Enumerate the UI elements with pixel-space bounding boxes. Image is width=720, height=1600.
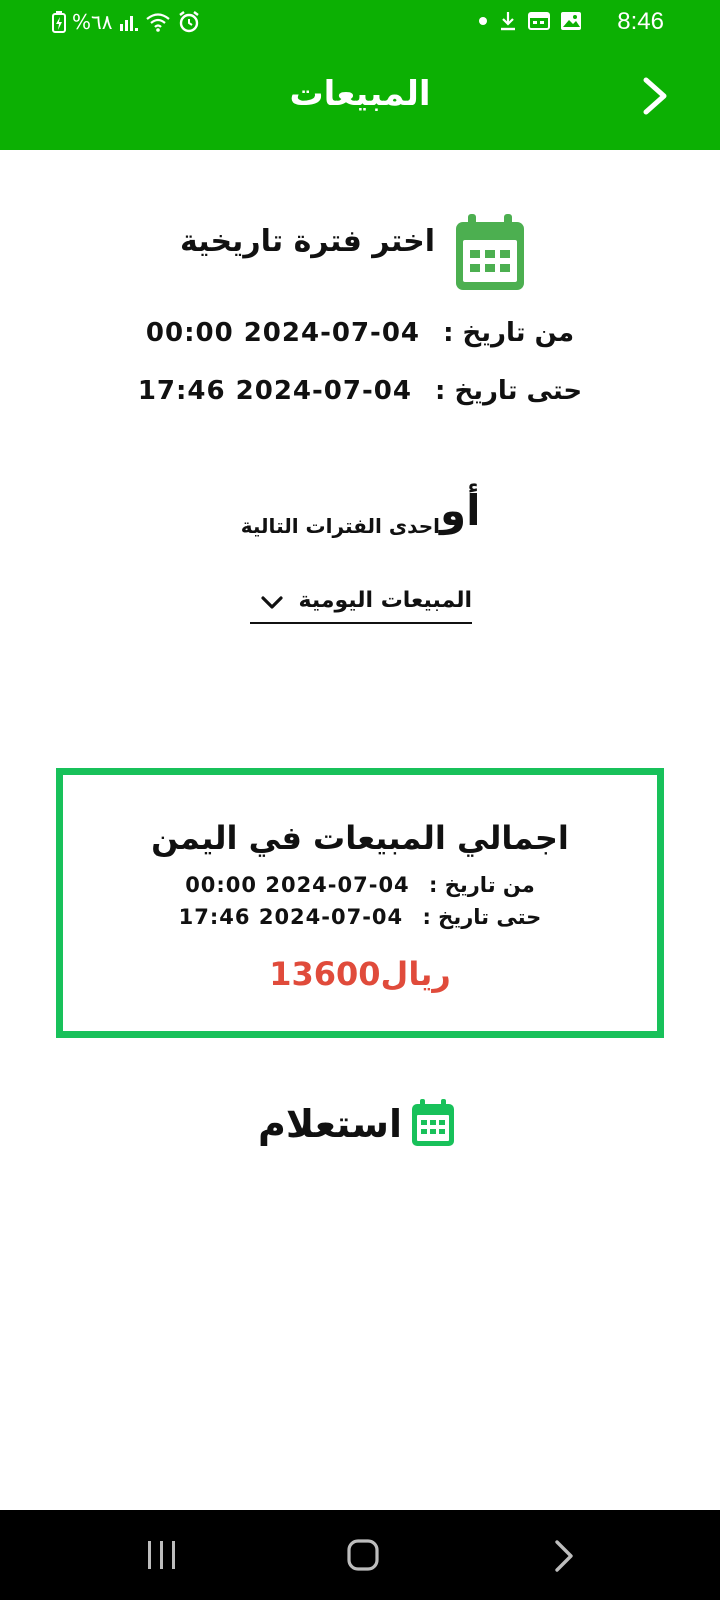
card-to-label: حتى تاريخ : [422,905,542,929]
or-heading: أو [440,486,481,535]
calendar-icon [412,1099,454,1146]
system-nav-bar [0,1510,720,1600]
sales-total-title: اجمالي المبيعات في اليمن [151,819,569,857]
card-from-row: من تاريخ : 00:00 2024-07-04 [63,873,657,897]
chevron-down-icon [261,596,283,609]
card-from-value: 00:00 2024-07-04 [185,873,410,897]
or-subtext: احدى الفترات التالية [240,514,440,538]
status-bar: %٦٨ 8:46 [0,0,720,46]
card-to-row: حتى تاريخ : 17:46 2024-07-04 [63,905,657,929]
from-date-row[interactable]: من تاريخ : 00:00 2024-07-04 [0,318,720,348]
wifi-icon [145,13,170,32]
card-to-value: 17:46 2024-07-04 [178,905,404,929]
query-button-label: استعلام [258,1102,403,1146]
page-title: المبيعات [289,74,431,114]
to-date-value[interactable]: 17:46 2024-07-04 [138,376,412,406]
chevron-right-icon[interactable] [634,74,674,118]
home-icon[interactable] [346,1538,380,1572]
battery-charging-icon [52,11,66,33]
from-date-value[interactable]: 00:00 2024-07-04 [146,318,420,348]
sales-total-amount: 13600ريال [269,955,451,993]
download-icon [501,12,515,31]
query-button[interactable]: استعلام [0,1090,720,1170]
card-from-label: من تاريخ : [428,873,535,897]
alarm-icon [178,11,199,33]
back-nav-icon[interactable] [552,1538,576,1574]
calendar-notification-icon [528,12,550,30]
to-date-row[interactable]: حتى تاريخ : 17:46 2024-07-04 [0,376,720,406]
dot-icon [479,17,487,25]
period-dropdown[interactable]: المبيعات اليومية [250,582,472,624]
to-date-label: حتى تاريخ : [435,376,583,406]
calendar-icon[interactable] [452,212,528,294]
period-dropdown-value: المبيعات اليومية [298,588,472,613]
status-left: %٦٨ [52,10,201,34]
status-time: 8:46 [617,8,664,35]
signal-icon [119,16,138,31]
recents-icon[interactable] [146,1540,178,1570]
image-icon [561,12,581,30]
date-picker-title[interactable]: اختر فترة تاريخية [180,224,435,259]
app-bar: المبيعات [0,46,720,150]
status-right-icons [478,10,582,32]
from-date-label: من تاريخ : [443,318,575,348]
sales-total-card: اجمالي المبيعات في اليمن من تاريخ : 00:0… [56,768,664,1038]
battery-percent: %٦٨ [72,10,113,34]
